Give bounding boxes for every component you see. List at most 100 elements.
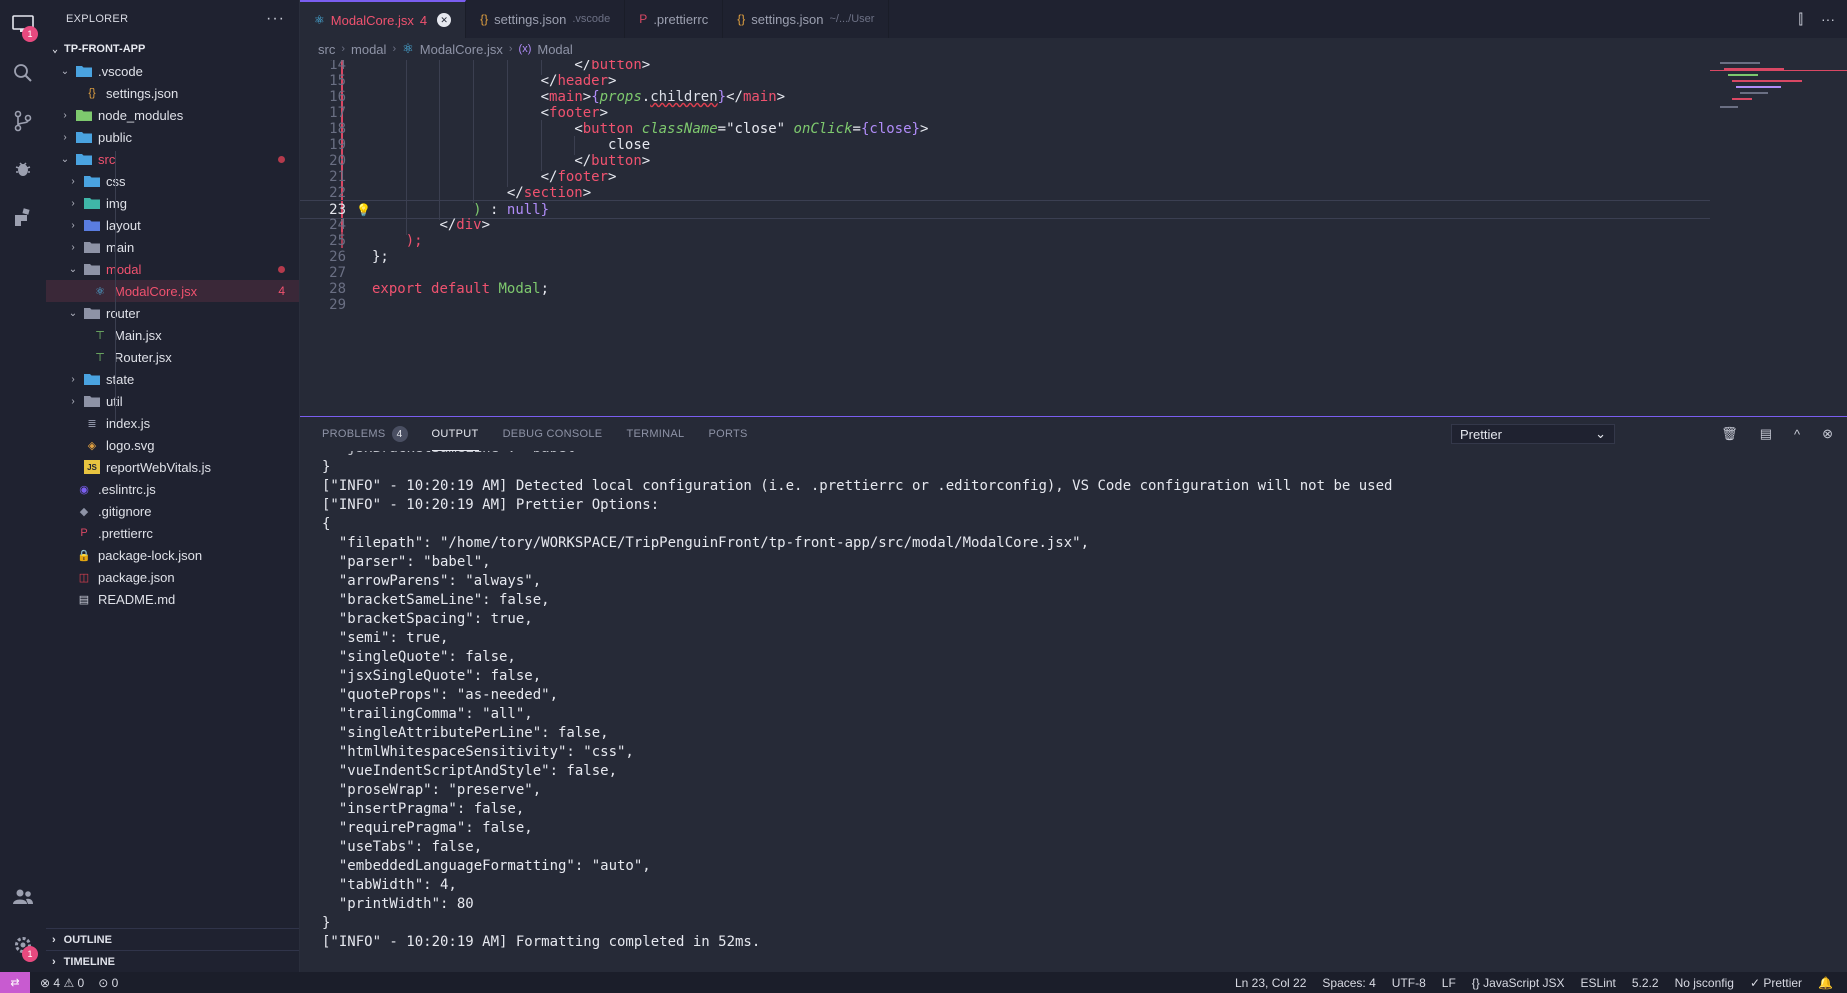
notifications-bell-icon[interactable]: 🔔 — [1818, 976, 1833, 990]
timeline-section[interactable]: › TIMELINE — [46, 950, 299, 972]
chevron-down-icon: ⌄ — [68, 263, 78, 275]
tree-item-label: layout — [106, 217, 141, 233]
tree-item-label: reportWebVitals.js — [106, 459, 212, 475]
tree-item[interactable]: ⌄ modal — [46, 258, 299, 280]
more-actions-icon[interactable]: ··· — [266, 10, 285, 28]
tree-item[interactable]: › layout — [46, 214, 299, 236]
folder-icon — [84, 240, 100, 254]
chevron-right-icon: › — [71, 175, 75, 187]
chevron-right-icon: › — [52, 955, 56, 968]
tab-label: settings.json — [751, 11, 824, 27]
tree-item-label: package.json — [98, 569, 175, 585]
extensions-icon[interactable] — [10, 204, 36, 230]
output-line: "parser": "babel", — [322, 554, 491, 570]
debug-icon[interactable] — [10, 156, 36, 182]
close-panel-icon[interactable]: ⊗ — [1822, 426, 1833, 442]
cursor-position[interactable]: Ln 23, Col 22 — [1235, 976, 1306, 990]
panel-tab[interactable]: TERMINAL — [626, 417, 684, 451]
close-icon[interactable]: ✕ — [437, 13, 452, 27]
tree-item[interactable]: ⊤ Main.jsx — [46, 324, 299, 346]
chevron-right-icon: › — [71, 197, 75, 209]
tree-item-label: logo.svg — [106, 437, 155, 453]
editor-tab[interactable]: {} settings.json ~/.../User — [723, 0, 890, 38]
outline-label: OUTLINE — [63, 933, 112, 946]
settings-gear-icon[interactable]: 1 — [10, 932, 38, 962]
end-of-line[interactable]: LF — [1442, 976, 1456, 990]
problems-status[interactable]: ⊗ 4 ⚠ 0 — [40, 976, 84, 990]
remote-icon[interactable]: ⇄ — [0, 972, 30, 993]
explorer-icon[interactable]: 1 — [10, 12, 38, 42]
ports-status[interactable]: ⊙ 0 — [98, 976, 118, 990]
code-editor[interactable]: 14 </button> 15 </header> 16 <main>{props.chi… — [300, 60, 1710, 416]
tree-item-label: index.js — [106, 415, 151, 431]
tree-item-label: .prettierrc — [98, 525, 153, 541]
svg-icon: ◈ — [87, 439, 97, 452]
tree-item[interactable]: 🔒 package-lock.json — [46, 544, 299, 566]
split-editor-icon[interactable]: ⫿ — [1799, 11, 1803, 28]
tree-item[interactable]: › img — [46, 192, 299, 214]
tree-item[interactable]: ◉ .eslintrc.js — [46, 478, 299, 500]
panel-tab-label: TERMINAL — [626, 428, 685, 440]
breadcrumb-file[interactable]: ModalCore.jsx — [420, 42, 503, 57]
tree-item[interactable]: ⌄ .vscode — [46, 60, 299, 82]
chevron-right-icon: › — [341, 43, 346, 55]
editor-tab[interactable]: ⚛ ModalCore.jsx 4 ✕ — [300, 0, 467, 38]
breadcrumb-src[interactable]: src — [318, 42, 335, 57]
tree-item[interactable]: › node_modules — [46, 104, 299, 126]
tree-item[interactable]: ⌄ router — [46, 302, 299, 324]
panel-tab[interactable]: DEBUG CONSOLE — [503, 417, 603, 451]
tree-item[interactable]: ›css — [46, 170, 299, 192]
folder-util-icon — [84, 394, 100, 408]
lock-scroll-icon[interactable]: ▤ — [1760, 426, 1772, 442]
tree-item[interactable]: P .prettierrc — [46, 522, 299, 544]
editor-tab[interactable]: P .prettierrc — [625, 0, 724, 38]
breadcrumb-modal[interactable]: modal — [351, 42, 386, 57]
indentation[interactable]: Spaces: 4 — [1322, 976, 1375, 990]
chevron-right-icon: › — [71, 373, 75, 385]
output-line: "bracketSameLine": false, — [322, 592, 550, 608]
encoding[interactable]: UTF-8 — [1392, 976, 1426, 990]
jsconfig-status[interactable]: No jsconfig — [1675, 976, 1734, 990]
tree-indent-guide — [115, 151, 116, 425]
tree-item[interactable]: ≣ index.js — [46, 412, 299, 434]
tree-item[interactable]: ◫ package.json — [46, 566, 299, 588]
editor-tab[interactable]: {} settings.json .vscode — [466, 0, 626, 38]
project-root[interactable]: ⌄ TP-FRONT-APP — [46, 38, 299, 60]
output-channel-select[interactable]: Prettier ⌄ — [1451, 424, 1615, 444]
broadcast-icon: ⊙ — [98, 975, 109, 990]
more-actions-icon[interactable]: ··· — [1821, 11, 1835, 27]
source-control-icon[interactable] — [10, 108, 36, 134]
panel-tab[interactable]: PORTS — [708, 417, 747, 451]
outline-section[interactable]: › OUTLINE — [46, 928, 299, 950]
tree-item[interactable]: JS reportWebVitals.js — [46, 456, 299, 478]
tree-item[interactable]: ⚛ ModalCore.jsx 4 — [46, 280, 299, 302]
language-mode[interactable]: {} JavaScript JSX — [1472, 976, 1565, 990]
tree-item[interactable]: ◈ logo.svg — [46, 434, 299, 456]
tree-item[interactable]: ▤ README.md — [46, 588, 299, 610]
tree-item[interactable]: ⊤ Router.jsx — [46, 346, 299, 368]
warning-count: 0 — [77, 975, 85, 990]
tree-item[interactable]: › public — [46, 126, 299, 148]
tree-item[interactable]: › state — [46, 368, 299, 390]
eslint-status[interactable]: ESLint — [1581, 976, 1616, 990]
tree-item[interactable]: ⌄ src — [46, 148, 299, 170]
panel-tab[interactable]: PROBLEMS 4 — [322, 417, 408, 451]
tree-item[interactable]: › main — [46, 236, 299, 258]
tree-item[interactable]: {} settings.json — [46, 82, 299, 104]
minimap[interactable] — [1710, 60, 1847, 416]
tree-item[interactable]: ◆ .gitignore — [46, 500, 299, 522]
error-count: 4 — [53, 975, 61, 990]
tree-item[interactable]: ›util — [46, 390, 299, 412]
search-icon[interactable] — [10, 60, 36, 86]
chevron-right-icon: › — [71, 219, 75, 231]
prettier-status[interactable]: ✓ Prettier — [1750, 976, 1802, 990]
maximize-panel-icon[interactable]: ^ — [1794, 427, 1800, 442]
output-line: "printWidth": 80 — [322, 896, 474, 912]
clear-output-icon[interactable]: 🗑 — [1721, 426, 1738, 442]
panel-tab[interactable]: OUTPUT — [431, 417, 479, 451]
accounts-icon[interactable] — [10, 884, 36, 910]
breadcrumb-symbol[interactable]: Modal — [537, 42, 572, 57]
panel-tab-label: PORTS — [708, 428, 748, 440]
version-status[interactable]: 5.2.2 — [1632, 976, 1659, 990]
output-log[interactable]: "jsxBracketSameLine": "babel"} ["INFO" - … — [322, 451, 1832, 973]
